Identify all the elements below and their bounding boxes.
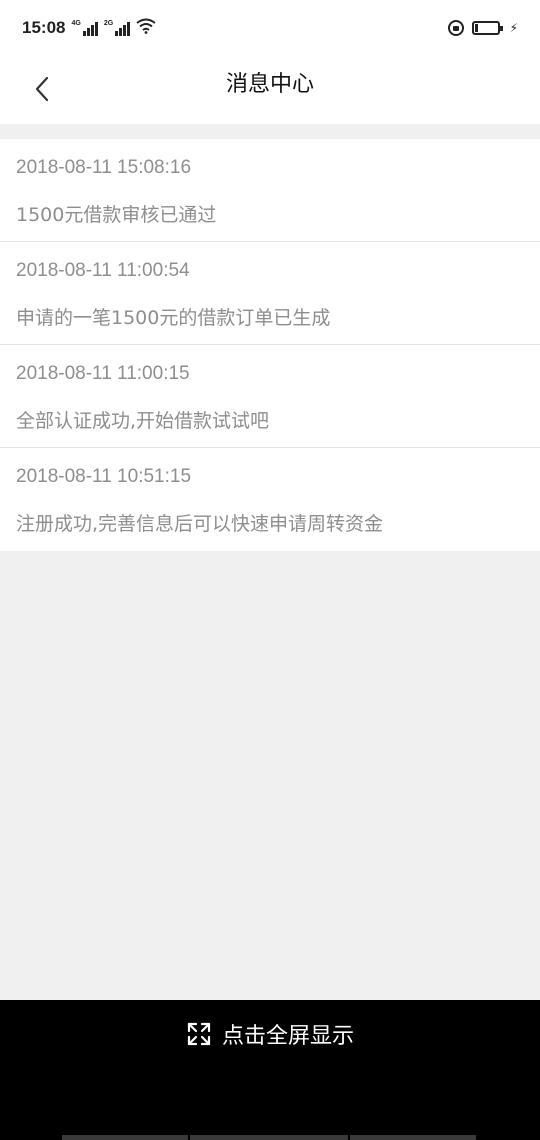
list-item[interactable]: 2018-08-11 11:00:15 全部认证成功,开始借款试试吧 xyxy=(0,345,540,448)
message-text: 全部认证成功,开始借款试试吧 xyxy=(16,410,270,432)
status-bar: 15:08 4G 2G ⚡ xyxy=(0,0,540,56)
expand-icon xyxy=(187,1022,211,1046)
message-time: 2018-08-11 15:08:16 xyxy=(16,157,192,178)
fullscreen-label: 点击全屏显示 xyxy=(221,1024,354,1049)
page-title: 消息中心 xyxy=(225,72,314,97)
message-text: 1500元借款审核已通过 xyxy=(16,204,217,226)
message-list: 2018-08-11 15:08:16 1500元借款审核已通过 2018-08… xyxy=(0,139,540,551)
rotation-lock-icon xyxy=(447,20,464,36)
fullscreen-button[interactable]: 点击全屏显示 xyxy=(0,1016,540,1052)
message-text: 申请的一笔1500元的借款订单已生成 xyxy=(16,307,331,329)
status-time: 15:08 xyxy=(22,18,66,37)
charging-icon: ⚡ xyxy=(509,21,518,35)
wifi-icon xyxy=(136,18,156,38)
status-left: 15:08 4G 2G xyxy=(22,18,156,38)
message-time: 2018-08-11 11:00:54 xyxy=(16,260,190,281)
nav-indicators xyxy=(62,1135,476,1140)
message-time: 2018-08-11 11:00:15 xyxy=(16,363,190,384)
signal-4g-icon: 4G xyxy=(71,20,98,36)
message-time: 2018-08-11 10:51:15 xyxy=(16,466,192,487)
message-text: 注册成功,完善信息后可以快速申请周转资金 xyxy=(16,513,384,535)
nav-bar: 消息中心 xyxy=(0,56,540,124)
battery-icon xyxy=(471,21,503,35)
fullscreen-bar: 点击全屏显示 xyxy=(0,1000,540,1140)
signal-2g-icon: 2G xyxy=(104,20,131,36)
list-item[interactable]: 2018-08-11 15:08:16 1500元借款审核已通过 xyxy=(0,139,540,242)
status-right: ⚡ xyxy=(447,20,518,36)
list-item[interactable]: 2018-08-11 10:51:15 注册成功,完善信息后可以快速申请周转资金 xyxy=(0,448,540,551)
list-item[interactable]: 2018-08-11 11:00:54 申请的一笔1500元的借款订单已生成 xyxy=(0,242,540,345)
